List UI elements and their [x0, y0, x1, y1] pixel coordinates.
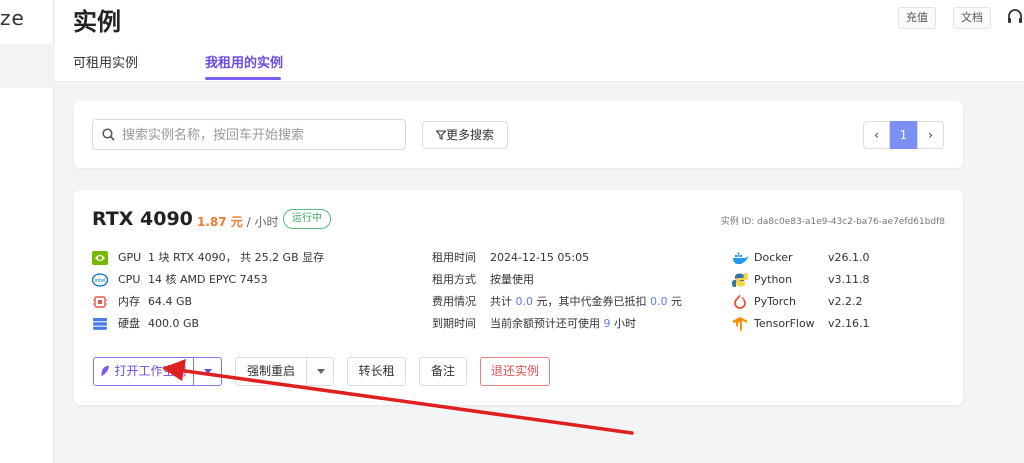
rent-time-label: 租用时间 — [432, 251, 476, 264]
disk-icon — [93, 318, 107, 330]
app-logo: ze — [0, 6, 25, 30]
docker-name: Docker — [754, 251, 793, 264]
python-version: v3.11.8 — [828, 273, 870, 286]
search-box[interactable] — [92, 119, 406, 150]
docker-icon — [733, 252, 748, 264]
chevron-down-icon — [317, 369, 325, 374]
page-1-button[interactable]: 1 — [890, 121, 917, 149]
tab-my-instances[interactable]: 我租用的实例 — [205, 52, 283, 71]
spec-gpu-key: GPU — [118, 251, 142, 264]
cost-prefix: 共计 — [490, 295, 516, 308]
tensorflow-name: TensorFlow — [754, 317, 815, 330]
cost-value: 共计 0.0 元，其中代金券已抵扣 0.0 元 — [490, 294, 682, 310]
expire-prefix: 当前余额预计还可使用 — [490, 317, 604, 330]
price-unit: / 小时 — [242, 215, 279, 229]
instance-id: 实例 ID: da8c0e83-a1e9-43c2-ba76-ae7efd61b… — [720, 217, 945, 227]
software-docker: Docker v26.1.0 — [732, 250, 912, 266]
pytorch-name: PyTorch — [754, 295, 797, 308]
cost-total: 0.0 — [515, 295, 534, 308]
expire-row: 到期时间 当前余额预计还可使用 9 小时 — [432, 316, 732, 332]
price-value: 1.87 元 — [197, 215, 243, 229]
tab-available-instances[interactable]: 可租用实例 — [73, 52, 138, 71]
instance-card: RTX 4090 1.87 元 / 小时 运行中 实例 ID: da8c0e83… — [74, 190, 963, 405]
rent-time-row: 租用时间 2024-12-15 05:05 — [432, 250, 732, 266]
tensorflow-icon — [733, 317, 747, 331]
spec-disk-key: 硬盘 — [118, 317, 140, 330]
force-restart-button[interactable]: 强制重启 — [235, 357, 307, 386]
sidebar: ze — [0, 0, 54, 463]
software-python: Python v3.11.8 — [732, 272, 912, 288]
rent-mode-row: 租用方式 按量使用 — [432, 272, 732, 288]
expire-suffix: 小时 — [610, 317, 636, 330]
open-workspace-button[interactable]: 打开工作空间 — [93, 357, 194, 386]
search-input[interactable] — [122, 125, 392, 145]
intel-icon: intel — [92, 273, 108, 287]
prev-page-button[interactable]: ‹ — [863, 121, 890, 149]
page-title: 实例 — [73, 8, 121, 36]
next-page-button[interactable]: › — [917, 121, 944, 149]
python-name: Python — [754, 273, 793, 286]
software-pytorch: PyTorch v2.2.2 — [732, 294, 912, 310]
python-icon — [732, 273, 748, 287]
rent-mode-value: 按量使用 — [490, 273, 534, 286]
feather-icon — [101, 365, 110, 377]
cost-row: 费用情况 共计 0.0 元，其中代金券已抵扣 0.0 元 — [432, 294, 752, 310]
more-search-button[interactable]: 更多搜索 — [422, 121, 508, 149]
active-tab-indicator — [205, 77, 281, 80]
svg-text:intel: intel — [95, 278, 106, 284]
memory-chip-icon — [93, 296, 107, 308]
pytorch-icon — [734, 295, 746, 309]
expire-label: 到期时间 — [432, 317, 476, 330]
instance-gpu-model: RTX 4090 — [92, 208, 193, 230]
tensorflow-version: v2.16.1 — [828, 317, 870, 330]
docs-button[interactable]: 文档 — [953, 7, 991, 29]
spec-cpu-key: CPU — [118, 273, 141, 286]
chevron-down-icon — [204, 369, 212, 374]
filter-icon — [435, 130, 447, 140]
cost-label: 费用情况 — [432, 295, 476, 308]
recharge-button[interactable]: 充值 — [898, 7, 936, 29]
search-panel: 更多搜索 ‹ 1 › — [74, 101, 963, 168]
spec-cpu: intel CPU 14 核 AMD EPYC 7453 — [92, 272, 412, 288]
expire-value: 当前余额预计还可使用 9 小时 — [490, 316, 636, 332]
return-instance-button[interactable]: 退还实例 — [480, 357, 550, 386]
docker-version: v26.1.0 — [828, 251, 870, 264]
open-workspace-dropdown[interactable] — [193, 357, 222, 386]
sidebar-item-active[interactable] — [0, 44, 54, 88]
cost-mid: 元，其中代金券已抵扣 — [533, 295, 650, 308]
cost-voucher: 0.0 — [650, 295, 668, 308]
spec-memory: 内存 64.4 GB — [92, 294, 412, 310]
open-workspace-label: 打开工作空间 — [114, 364, 187, 378]
status-badge: 运行中 — [283, 209, 331, 229]
spec-disk-value: 400.0 GB — [148, 317, 200, 330]
headset-icon[interactable] — [1006, 8, 1024, 26]
more-search-label: 更多搜索 — [445, 128, 494, 142]
pytorch-version: v2.2.2 — [828, 295, 863, 308]
spec-cpu-value: 14 核 AMD EPYC 7453 — [148, 273, 268, 286]
cost-suffix: 元 — [667, 295, 682, 308]
search-icon — [102, 128, 115, 141]
instance-price: 1.87 元 / 小时 — [197, 213, 278, 230]
nvidia-icon — [92, 251, 108, 265]
rent-time-value: 2024-12-15 05:05 — [490, 251, 590, 264]
expire-hours: 9 — [603, 317, 611, 330]
force-restart-dropdown[interactable] — [306, 357, 334, 386]
spec-disk: 硬盘 400.0 GB — [92, 316, 412, 332]
software-tensorflow: TensorFlow v2.16.1 — [732, 316, 912, 332]
pagination: ‹ 1 › — [863, 121, 944, 149]
convert-long-term-button[interactable]: 转长租 — [347, 357, 406, 386]
page-header: 实例 可租用实例 我租用的实例 充值 文档 — [55, 0, 1024, 82]
note-button[interactable]: 备注 — [419, 357, 467, 386]
rent-mode-label: 租用方式 — [432, 273, 476, 286]
spec-memory-key: 内存 — [118, 295, 140, 308]
spec-gpu: GPU 1 块 RTX 4090， 共 25.2 GB 显存 — [92, 250, 412, 266]
spec-gpu-value: 1 块 RTX 4090， 共 25.2 GB 显存 — [148, 251, 325, 264]
spec-memory-value: 64.4 GB — [148, 295, 193, 308]
